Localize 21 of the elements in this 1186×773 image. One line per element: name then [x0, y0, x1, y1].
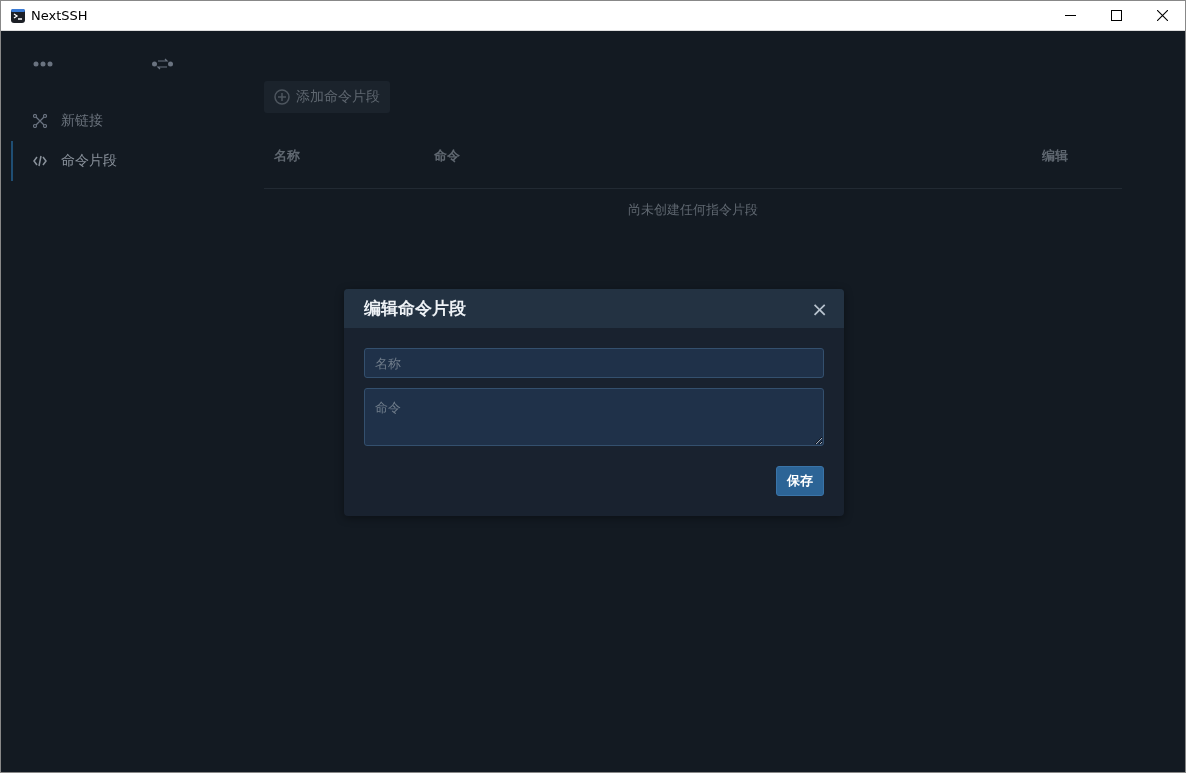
minimize-icon[interactable]: [1064, 15, 1076, 16]
close-icon[interactable]: [1156, 10, 1168, 21]
more-icon[interactable]: [33, 61, 53, 67]
add-icon: [274, 89, 290, 105]
maximize-icon[interactable]: [1110, 10, 1122, 21]
window-title: NextSSH: [31, 8, 88, 23]
dialog-title: 编辑命令片段: [364, 297, 466, 320]
column-header: 命令: [433, 146, 461, 165]
command-field[interactable]: 命令: [364, 388, 824, 446]
sidebar-item[interactable]: 新链接: [11, 101, 251, 141]
name-field[interactable]: 名称: [364, 348, 824, 378]
code-icon: [33, 155, 47, 167]
column-header: 编辑: [1041, 146, 1069, 165]
network-icon: [33, 114, 47, 128]
empty-message: 尚未创建任何指令片段: [628, 202, 758, 217]
save-button[interactable]: 保存: [776, 466, 824, 496]
swap-icon[interactable]: [152, 58, 173, 70]
close-button[interactable]: ×: [807, 298, 832, 319]
sidebar-item[interactable]: 命令片段: [11, 141, 251, 181]
column-header: 名称: [273, 146, 301, 165]
terminal-icon: [11, 8, 25, 23]
